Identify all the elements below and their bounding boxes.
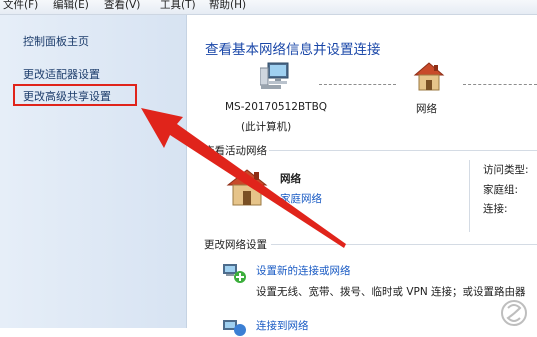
setup-connection-link[interactable]: 设置新的连接或网络 <box>256 263 351 278</box>
menu-edit[interactable]: 编辑(E) <box>53 0 89 12</box>
section-divider <box>269 150 537 151</box>
access-type-label: 访问类型: <box>483 164 529 176</box>
main-pane: 查看基本网络信息并设置连接 MS-20170512BTBQ (此计算机) 网络 … <box>187 15 537 336</box>
active-network-icon[interactable] <box>225 167 269 209</box>
menu-bar: 文件(F) 编辑(E) 查看(V) 工具(T) 帮助(H) <box>0 0 537 15</box>
sidebar-item-control-panel-home[interactable]: 控制面板主页 <box>23 33 89 49</box>
highlight-box <box>13 84 137 106</box>
sidebar-item-adapter-settings[interactable]: 更改适配器设置 <box>23 66 100 82</box>
active-network-label: 查看活动网络 <box>204 145 267 157</box>
network-node-label: 网络 <box>416 103 437 115</box>
setup-connection-desc: 设置无线、宽带、拨号、临时或 VPN 连接；或设置路由器 <box>256 286 526 298</box>
connection-line <box>319 84 396 85</box>
vertical-divider <box>469 160 470 232</box>
menu-tools[interactable]: 工具(T) <box>160 0 196 12</box>
watermark-logo <box>501 300 527 326</box>
connect-network-icon <box>223 320 246 336</box>
network-type-link[interactable]: 家庭网络 <box>280 191 322 206</box>
homegroup-label: 家庭组: <box>483 184 519 196</box>
computer-subtitle: (此计算机) <box>241 121 292 133</box>
connection-label: 连接: <box>483 203 508 215</box>
change-settings-label: 更改网络设置 <box>204 239 267 251</box>
connect-network-link[interactable]: 连接到网络 <box>256 318 309 333</box>
sidebar <box>0 15 187 328</box>
computer-name: MS-20170512BTBQ <box>225 101 328 113</box>
page-title: 查看基本网络信息并设置连接 <box>205 42 381 58</box>
network-house-icon <box>413 62 445 91</box>
computer-icon <box>260 62 289 89</box>
section-divider-2 <box>271 244 537 245</box>
active-network-name: 网络 <box>280 173 301 185</box>
menu-help[interactable]: 帮助(H) <box>209 0 246 12</box>
menu-view[interactable]: 查看(V) <box>104 0 140 12</box>
internet-line <box>463 84 537 85</box>
setup-connection-icon <box>223 264 246 283</box>
menu-file[interactable]: 文件(F) <box>3 0 38 12</box>
